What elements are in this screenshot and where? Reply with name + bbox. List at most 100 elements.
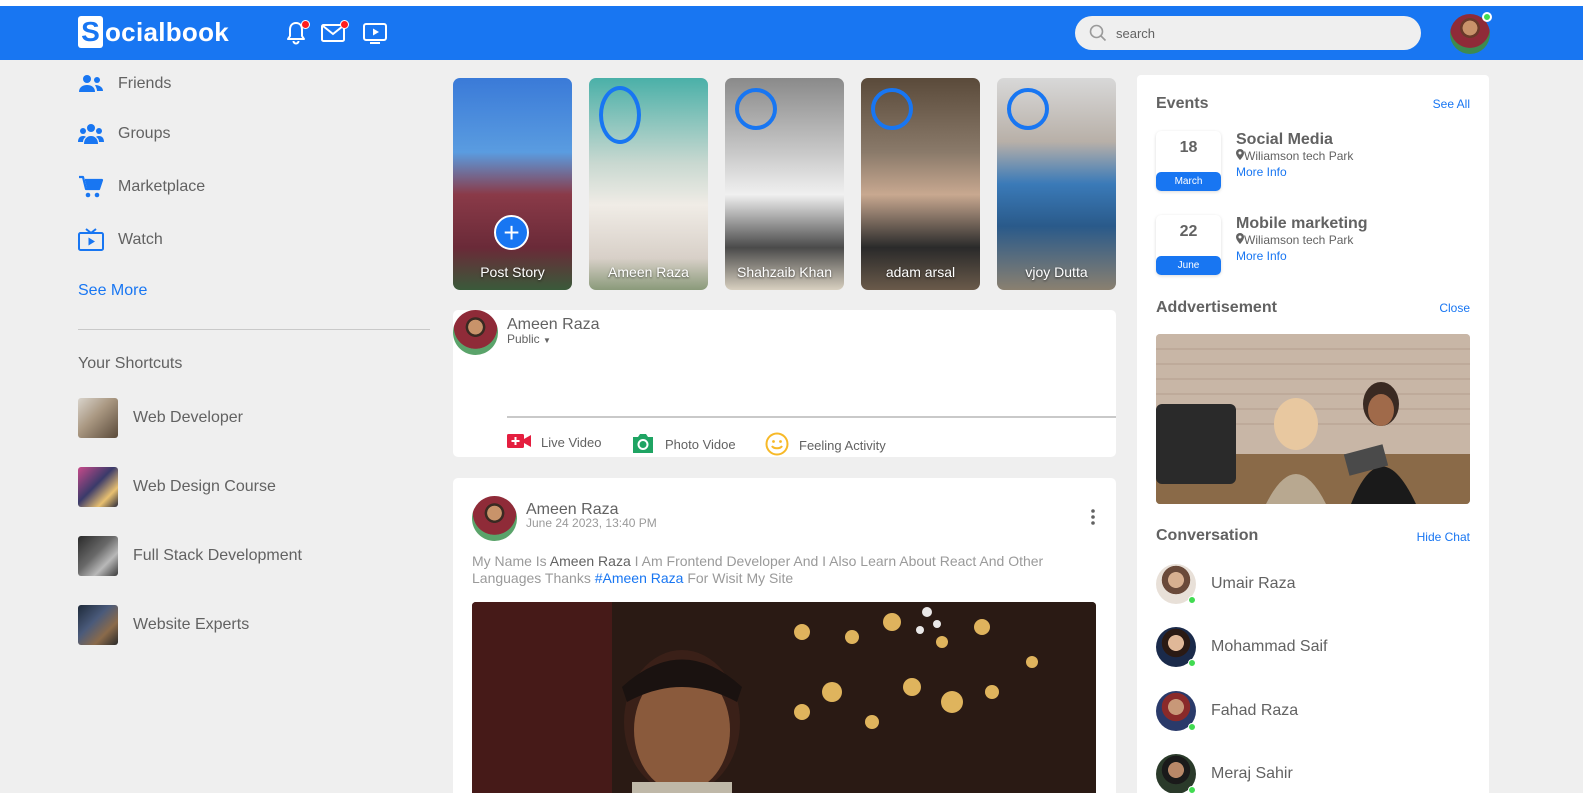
user-avatar[interactable] [453, 310, 498, 355]
event-month: March [1156, 172, 1221, 191]
action-label: Photo Vidoe [665, 437, 736, 452]
add-story-button[interactable]: + [494, 215, 529, 250]
post-text: My Name Is Ameen Raza I Am Frontend Deve… [472, 553, 1097, 587]
story-shahzaib-khan[interactable]: Shahzaib Khan [725, 78, 844, 290]
action-label: Live Video [541, 435, 602, 450]
story-label: adam arsal [885, 264, 956, 280]
contact-item[interactable]: Umair Raza [1156, 564, 1295, 604]
event-item: 18 March Social Media Wiliamson tech Par… [1156, 131, 1476, 191]
post-text-part: My Name Is [472, 553, 550, 569]
shortcut-thumbnail [78, 467, 118, 507]
post-author-avatar[interactable] [472, 496, 517, 541]
post-input-underline[interactable] [507, 416, 1116, 418]
profile-avatar[interactable] [1450, 12, 1492, 54]
more-options-icon[interactable] [1090, 508, 1096, 531]
notification-badge [301, 20, 310, 29]
search-box[interactable] [1075, 16, 1421, 50]
notification-icon[interactable] [284, 20, 310, 46]
events-title: Events [1156, 95, 1209, 112]
story-avatar [599, 86, 641, 144]
privacy-label: Public [507, 332, 540, 346]
more-info-link[interactable]: More Info [1236, 249, 1287, 263]
more-info-link[interactable]: More Info [1236, 165, 1287, 179]
close-ad-link[interactable]: Close [1439, 301, 1470, 315]
event-date: 18 March [1156, 131, 1221, 191]
online-indicator [1188, 786, 1196, 793]
feeling-activity-button[interactable]: Feeling Activity [765, 432, 886, 459]
navbar: S ocialbook [0, 6, 1583, 60]
shortcut-label: Website Experts [133, 616, 250, 633]
advertisement-image[interactable] [1156, 334, 1470, 504]
video-icon[interactable] [362, 20, 388, 46]
photo-video-button[interactable]: Photo Vidoe [631, 432, 736, 457]
event-day: 22 [1179, 223, 1198, 240]
contact-avatar [1156, 564, 1196, 604]
contact-item[interactable]: Mohammad Saif [1156, 627, 1328, 667]
shortcut-label: Full Stack Development [133, 547, 302, 564]
action-label: Feeling Activity [799, 438, 886, 453]
contact-avatar [1156, 691, 1196, 731]
shortcut-thumbnail [78, 398, 118, 438]
contact-item[interactable]: Meraj Sahir [1156, 754, 1293, 793]
event-title: Social Media [1236, 131, 1333, 148]
marketplace-icon [78, 175, 104, 198]
event-place-label: Wiliamson tech Park [1244, 233, 1354, 247]
search-input[interactable] [1116, 25, 1396, 41]
event-date: 22 June [1156, 215, 1221, 275]
see-more-link[interactable]: See More [78, 282, 147, 300]
online-indicator [1188, 659, 1196, 667]
contact-avatar [1156, 754, 1196, 793]
post-image[interactable] [472, 602, 1096, 793]
event-month: June [1156, 256, 1221, 275]
hide-chat-link[interactable]: Hide Chat [1417, 530, 1470, 544]
logo-text: ocialbook [105, 16, 230, 47]
post-date: June 24 2023, 13:40 PM [526, 516, 657, 530]
caret-down-icon: ▼ [543, 336, 551, 345]
contact-item[interactable]: Fahad Raza [1156, 691, 1298, 731]
logo[interactable]: S ocialbook [78, 16, 229, 48]
sidebar-item-label: Groups [118, 125, 171, 142]
sidebar-item-marketplace[interactable]: Marketplace [78, 175, 205, 198]
post-card: Ameen Raza June 24 2023, 13:40 PM My Nam… [453, 478, 1116, 793]
inbox-badge [340, 20, 349, 29]
sidebar-item-groups[interactable]: Groups [78, 123, 170, 145]
story-ameen-raza[interactable]: Ameen Raza [589, 78, 708, 290]
search-icon [1089, 24, 1107, 42]
sidebar-item-friends[interactable]: Friends [78, 73, 171, 95]
photo-icon [631, 432, 655, 457]
shortcut-web-design-course[interactable]: Web Design Course [78, 467, 276, 507]
sidebar-item-watch[interactable]: Watch [78, 228, 163, 251]
right-sidebar: Events See All 18 March Social Media Wil… [1137, 75, 1489, 793]
shortcut-website-experts[interactable]: Website Experts [78, 605, 249, 645]
shortcut-web-developer[interactable]: Web Developer [78, 398, 243, 438]
story-label: Ameen Raza [608, 264, 689, 280]
sidebar-item-label: Friends [118, 75, 172, 92]
sidebar-divider [78, 329, 430, 330]
contact-name: Meraj Sahir [1211, 765, 1293, 782]
contact-name: Mohammad Saif [1211, 638, 1328, 655]
write-post-box: Ameen Raza Public ▼ Live Video Photo Vid… [453, 310, 1116, 457]
event-title: Mobile marketing [1236, 215, 1368, 232]
story-adam-arsal[interactable]: adam arsal [861, 78, 980, 290]
post-text-name: Ameen Raza [549, 553, 631, 569]
story-vjoy-dutta[interactable]: vjoy Dutta [997, 78, 1116, 290]
story-label: Shahzaib Khan [737, 264, 832, 280]
inbox-icon[interactable] [320, 20, 349, 46]
contact-name: Umair Raza [1211, 575, 1296, 592]
see-all-link[interactable]: See All [1433, 97, 1470, 111]
contact-name: Fahad Raza [1211, 702, 1299, 719]
post-text-part: For Wisit My Site [683, 570, 794, 586]
feeling-icon [765, 432, 789, 459]
story-post[interactable]: + Post Story [453, 78, 572, 290]
privacy-selector[interactable]: Public ▼ [507, 332, 551, 346]
groups-icon [78, 123, 104, 145]
location-icon [1236, 233, 1244, 247]
shortcuts-title: Your Shortcuts [78, 355, 183, 372]
live-video-button[interactable]: Live Video [507, 432, 601, 453]
event-place-label: Wiliamson tech Park [1244, 149, 1354, 163]
watch-icon [78, 228, 104, 251]
event-day: 18 [1179, 139, 1198, 156]
shortcut-full-stack-development[interactable]: Full Stack Development [78, 536, 302, 576]
live-video-icon [507, 432, 531, 453]
post-hashtag-link[interactable]: #Ameen Raza [595, 570, 684, 586]
